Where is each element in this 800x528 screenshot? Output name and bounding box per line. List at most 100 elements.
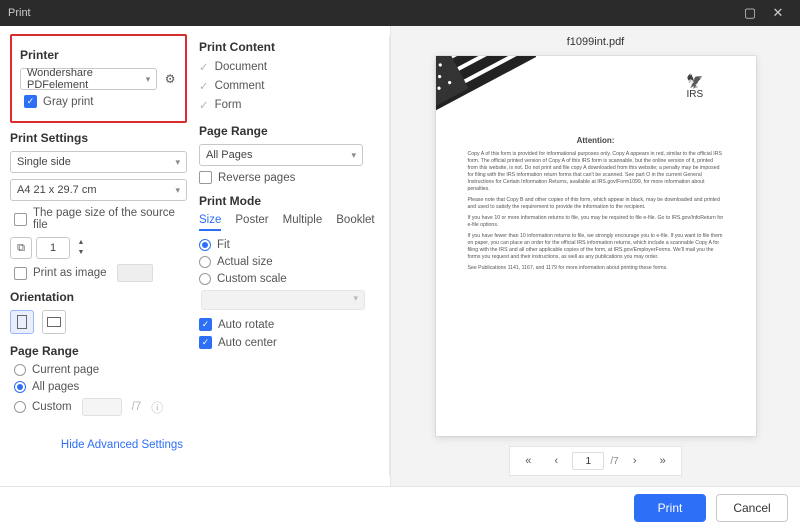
landscape-icon [47,317,61,327]
pager-next-button[interactable]: › [623,451,647,471]
mode-custom-radio[interactable] [199,273,211,285]
content-document-option[interactable]: ✓ Document [199,60,386,74]
reverse-pages-label: Reverse pages [218,172,295,184]
pager-page-input[interactable] [572,452,604,470]
auto-rotate-label: Auto rotate [218,319,274,331]
paper-size-select[interactable]: A4 21 x 29.7 cm ▾ [10,179,187,201]
left-column: Printer Wondershare PDFelement ▾ ⚙ ✓ Gra… [0,26,195,486]
tab-size[interactable]: Size [199,214,221,231]
cancel-button[interactable]: Cancel [716,494,788,522]
printer-selected-label: Wondershare PDFelement [27,67,146,91]
irs-logo: 🦅 IRS [686,74,703,100]
printer-select[interactable]: Wondershare PDFelement ▾ [20,68,157,90]
page-size-source-option[interactable]: The page size of the source file [14,207,187,231]
print-settings-heading: Print Settings [10,131,187,145]
auto-rotate-option[interactable]: ✓ Auto rotate [199,318,386,331]
print-button[interactable]: Print [634,494,706,522]
reverse-pages-checkbox[interactable] [199,171,212,184]
chevron-down-icon: ▾ [175,157,180,168]
preview-body-line: Copy A of this form is provided for info… [468,151,724,193]
range-all-option[interactable]: All pages [14,381,187,393]
tab-multiple[interactable]: Multiple [283,214,323,231]
tab-poster[interactable]: Poster [235,214,268,231]
preview-page: 🦅 IRS Attention: Copy A of this form is … [436,56,756,436]
pager-last-button[interactable]: » [651,451,675,471]
hide-advanced-link[interactable]: Hide Advanced Settings [10,421,187,455]
content-comment-label: Comment [215,80,265,92]
auto-rotate-checkbox[interactable]: ✓ [199,318,212,331]
mode-actual-radio[interactable] [199,256,211,268]
orientation-group [10,310,187,334]
paper-selected-label: A4 21 x 29.7 cm [17,184,97,196]
content-document-label: Document [215,61,267,73]
range-all-radio[interactable] [14,381,26,393]
print-as-image-checkbox[interactable] [14,267,27,280]
range-custom-total: /7 [132,401,142,413]
check-icon: ✓ [199,60,209,74]
printer-row: Wondershare PDFelement ▾ ⚙ [20,68,177,90]
print-mode-heading: Print Mode [199,194,386,208]
flag-icon [436,56,536,126]
maximize-button[interactable]: ▢ [736,3,764,23]
page-range-left-heading: Page Range [10,344,187,358]
mode-custom-label: Custom scale [217,273,287,285]
copies-input[interactable] [36,237,70,259]
gray-print-option[interactable]: ✓ Gray print [24,95,177,108]
pager-prev-button[interactable]: ‹ [544,451,568,471]
window-title: Print [8,7,736,19]
chevron-down-icon: ▾ [175,185,180,196]
print-content-heading: Print Content [199,40,386,54]
chevron-down-icon: ▾ [351,150,356,161]
range-custom-input[interactable] [82,398,122,416]
printer-settings-button[interactable]: ⚙ [163,71,177,87]
copies-spinner[interactable]: ▲▼ [74,238,88,258]
print-as-image-option[interactable]: Print as image [14,264,187,282]
tab-booklet[interactable]: Booklet [336,214,374,231]
content-form-option[interactable]: ✓ Form [199,98,386,112]
preview-body-line: If you have 10 or more information retur… [468,215,724,229]
middle-column: Print Content ✓ Document ✓ Comment ✓ For… [195,26,390,486]
copies-icon: ⧉ [10,237,32,259]
preview-attention: Attention: [464,136,728,145]
range-custom-option[interactable]: Custom /7 ⓘ [14,398,187,416]
preview-pager: « ‹ /7 › » [509,446,681,476]
orientation-portrait-button[interactable] [10,310,34,334]
range-custom-label: Custom [32,401,72,413]
titlebar: Print ▢ ✕ [0,0,800,26]
preview-doc-body: Attention: Copy A of this form is provid… [464,136,728,272]
page-range-select[interactable]: All Pages ▾ [199,144,363,166]
info-icon[interactable]: ⓘ [151,399,163,416]
preview-body-line: If you have fewer than 10 information re… [468,233,724,261]
close-button[interactable]: ✕ [764,3,792,23]
page-size-source-checkbox[interactable] [14,213,27,226]
orientation-heading: Orientation [10,290,187,304]
reverse-pages-option[interactable]: Reverse pages [199,171,386,184]
mode-actual-label: Actual size [217,256,273,268]
auto-center-option[interactable]: ✓ Auto center [199,336,386,349]
mode-fit-radio[interactable] [199,239,211,251]
auto-center-checkbox[interactable]: ✓ [199,336,212,349]
mode-fit-label: Fit [217,239,230,251]
orientation-landscape-button[interactable] [42,310,66,334]
mode-actual-option[interactable]: Actual size [199,256,386,268]
mode-custom-option[interactable]: Custom scale [199,273,386,285]
mode-fit-option[interactable]: Fit [199,239,386,251]
range-custom-radio[interactable] [14,401,26,413]
content-comment-option[interactable]: ✓ Comment [199,79,386,93]
dialog-footer: Print Cancel [0,486,800,528]
page-size-source-label: The page size of the source file [33,207,187,231]
range-all-label: All pages [32,381,79,393]
custom-scale-input[interactable] [201,290,365,310]
chevron-down-icon: ▾ [146,74,151,85]
pager-first-button[interactable]: « [516,451,540,471]
print-settings-block: Single side ▾ A4 21 x 29.7 cm ▾ The page… [10,151,187,282]
page-range-mid-heading: Page Range [199,124,386,138]
gray-print-checkbox[interactable]: ✓ [24,95,37,108]
portrait-icon [17,315,27,329]
sides-select[interactable]: Single side ▾ [10,151,187,173]
range-current-radio[interactable] [14,364,26,376]
copies-stepper: ⧉ ▲▼ [10,237,187,259]
range-current-option[interactable]: Current page [14,364,187,376]
check-icon: ✓ [199,79,209,93]
sides-selected-label: Single side [17,156,71,168]
